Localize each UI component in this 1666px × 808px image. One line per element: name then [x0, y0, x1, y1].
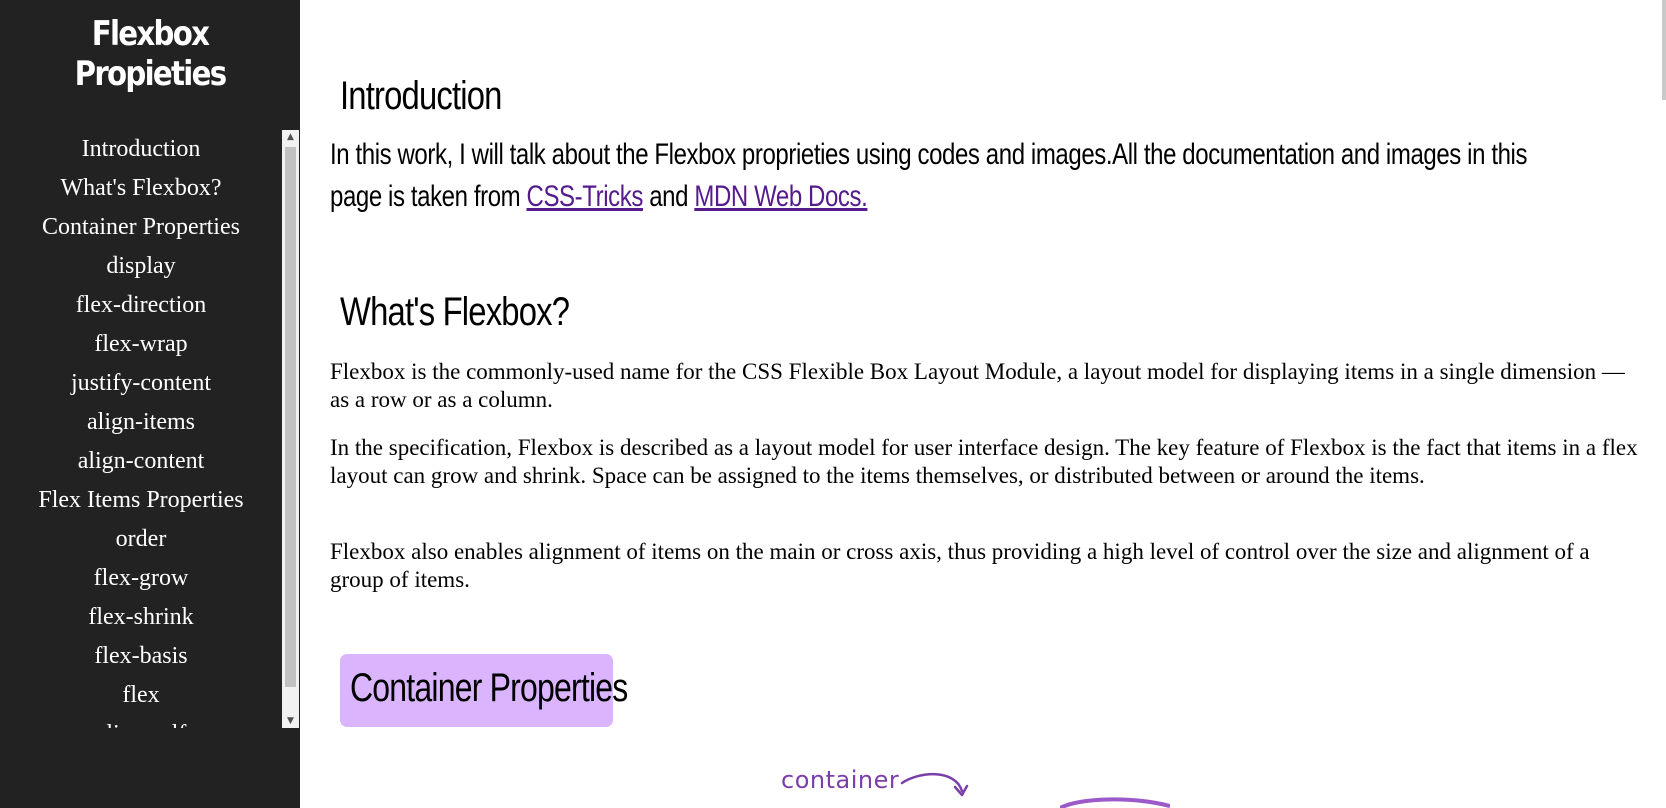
nav-item-flex[interactable]: flex: [0, 676, 282, 715]
diagram-container-label: container: [781, 766, 900, 794]
introduction-connector: and: [649, 180, 689, 213]
nav-item-display[interactable]: display: [0, 247, 282, 286]
scroll-down-icon[interactable]: ▼: [282, 714, 299, 728]
main-content: Introduction In this work, I will talk a…: [300, 0, 1666, 808]
mdn-web-docs-link[interactable]: MDN Web Docs.: [694, 180, 867, 213]
nav-item-order[interactable]: order: [0, 520, 282, 559]
introduction-heading: Introduction: [340, 74, 502, 118]
diagram-container-outline: [1060, 797, 1170, 808]
sidebar-nav[interactable]: Introduction What's Flexbox? Container Pro…: [0, 130, 282, 728]
nav-item-introduction[interactable]: Introduction: [0, 130, 282, 169]
scrollbar-thumb[interactable]: [285, 147, 296, 687]
diagram-arrow-icon: [900, 772, 969, 797]
nav-item-flex-basis[interactable]: flex-basis: [0, 637, 282, 676]
css-tricks-link[interactable]: CSS-Tricks: [527, 180, 644, 213]
nav-item-align-items[interactable]: align-items: [0, 403, 282, 442]
whats-flexbox-heading: What's Flexbox?: [340, 290, 570, 334]
introduction-sentence: In this work, I will talk about the Flex…: [330, 138, 1528, 213]
sidebar-title: Flexbox Propieties: [74, 14, 227, 94]
page-scrollbar[interactable]: [1662, 0, 1666, 100]
whats-flexbox-paragraph: Flexbox also enables alignment of items …: [330, 539, 1590, 592]
introduction-text: In this work, I will talk about the Flex…: [330, 134, 1530, 218]
nav-item-flex-items-properties[interactable]: Flex Items Properties: [0, 481, 282, 520]
nav-item-what-s-flexbox[interactable]: What's Flexbox?: [0, 169, 282, 208]
sidebar: Flexbox Propieties Introduction What's Fl…: [0, 0, 300, 808]
nav-item-flex-direction[interactable]: flex-direction: [0, 286, 282, 325]
whats-flexbox-paragraph: In the specification, Flexbox is describ…: [330, 435, 1638, 488]
nav-item-justify-content[interactable]: justify-content: [0, 364, 282, 403]
nav-item-flex-grow[interactable]: flex-grow: [0, 559, 282, 598]
nav-item-align-self[interactable]: align-self: [0, 715, 282, 728]
scroll-up-icon[interactable]: ▲: [282, 130, 299, 144]
nav-item-flex-shrink[interactable]: flex-shrink: [0, 598, 282, 637]
nav-item-align-content[interactable]: align-content: [0, 442, 282, 481]
nav-list: Introduction What's Flexbox? Container Pro…: [0, 130, 282, 728]
nav-item-container-properties[interactable]: Container Properties: [0, 208, 282, 247]
nav-item-flex-wrap[interactable]: flex-wrap: [0, 325, 282, 364]
container-properties-heading-box: Container Properties: [340, 654, 628, 727]
sidebar-scrollbar[interactable]: ▲ ▼: [282, 130, 299, 728]
container-properties-heading: Container Properties: [350, 666, 628, 710]
whats-flexbox-paragraph: Flexbox is the commonly-used name for th…: [330, 359, 1625, 412]
